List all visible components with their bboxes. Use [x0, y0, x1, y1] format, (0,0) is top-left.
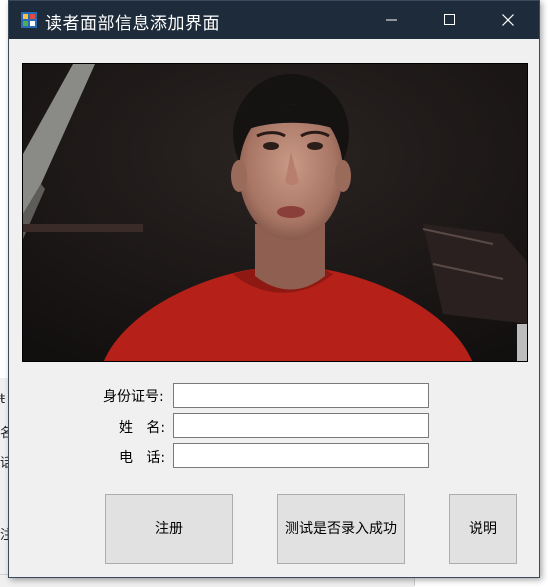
name-input[interactable] [173, 413, 429, 438]
close-button[interactable] [479, 1, 537, 39]
background-text-fragment: ŧ [0, 392, 6, 407]
minimize-button[interactable] [363, 1, 421, 39]
id-number-label: 身份证号: [103, 389, 164, 405]
camera-preview [22, 63, 528, 362]
app-icon [21, 12, 37, 28]
title-bar[interactable]: 读者面部信息添加界面 [9, 1, 539, 39]
window-title: 读者面部信息添加界面 [45, 14, 220, 34]
id-number-input[interactable] [173, 383, 429, 408]
phone-label: 电 话: [119, 450, 166, 466]
register-button[interactable]: 注册 [105, 494, 233, 564]
reader-face-add-window: 读者面部信息添加界面 身份证号: 姓 名: 电 话: 注册 测试是否录入成功 说… [8, 0, 540, 578]
maximize-button[interactable] [421, 1, 479, 39]
camera-feed-image [23, 64, 527, 361]
phone-input[interactable] [173, 443, 429, 468]
help-button[interactable]: 说明 [449, 494, 517, 564]
maximize-icon [444, 14, 455, 25]
name-label: 姓 名: [119, 420, 166, 436]
close-icon [502, 14, 514, 26]
minimize-icon [386, 19, 397, 21]
test-enrolled-button[interactable]: 测试是否录入成功 [277, 494, 405, 564]
